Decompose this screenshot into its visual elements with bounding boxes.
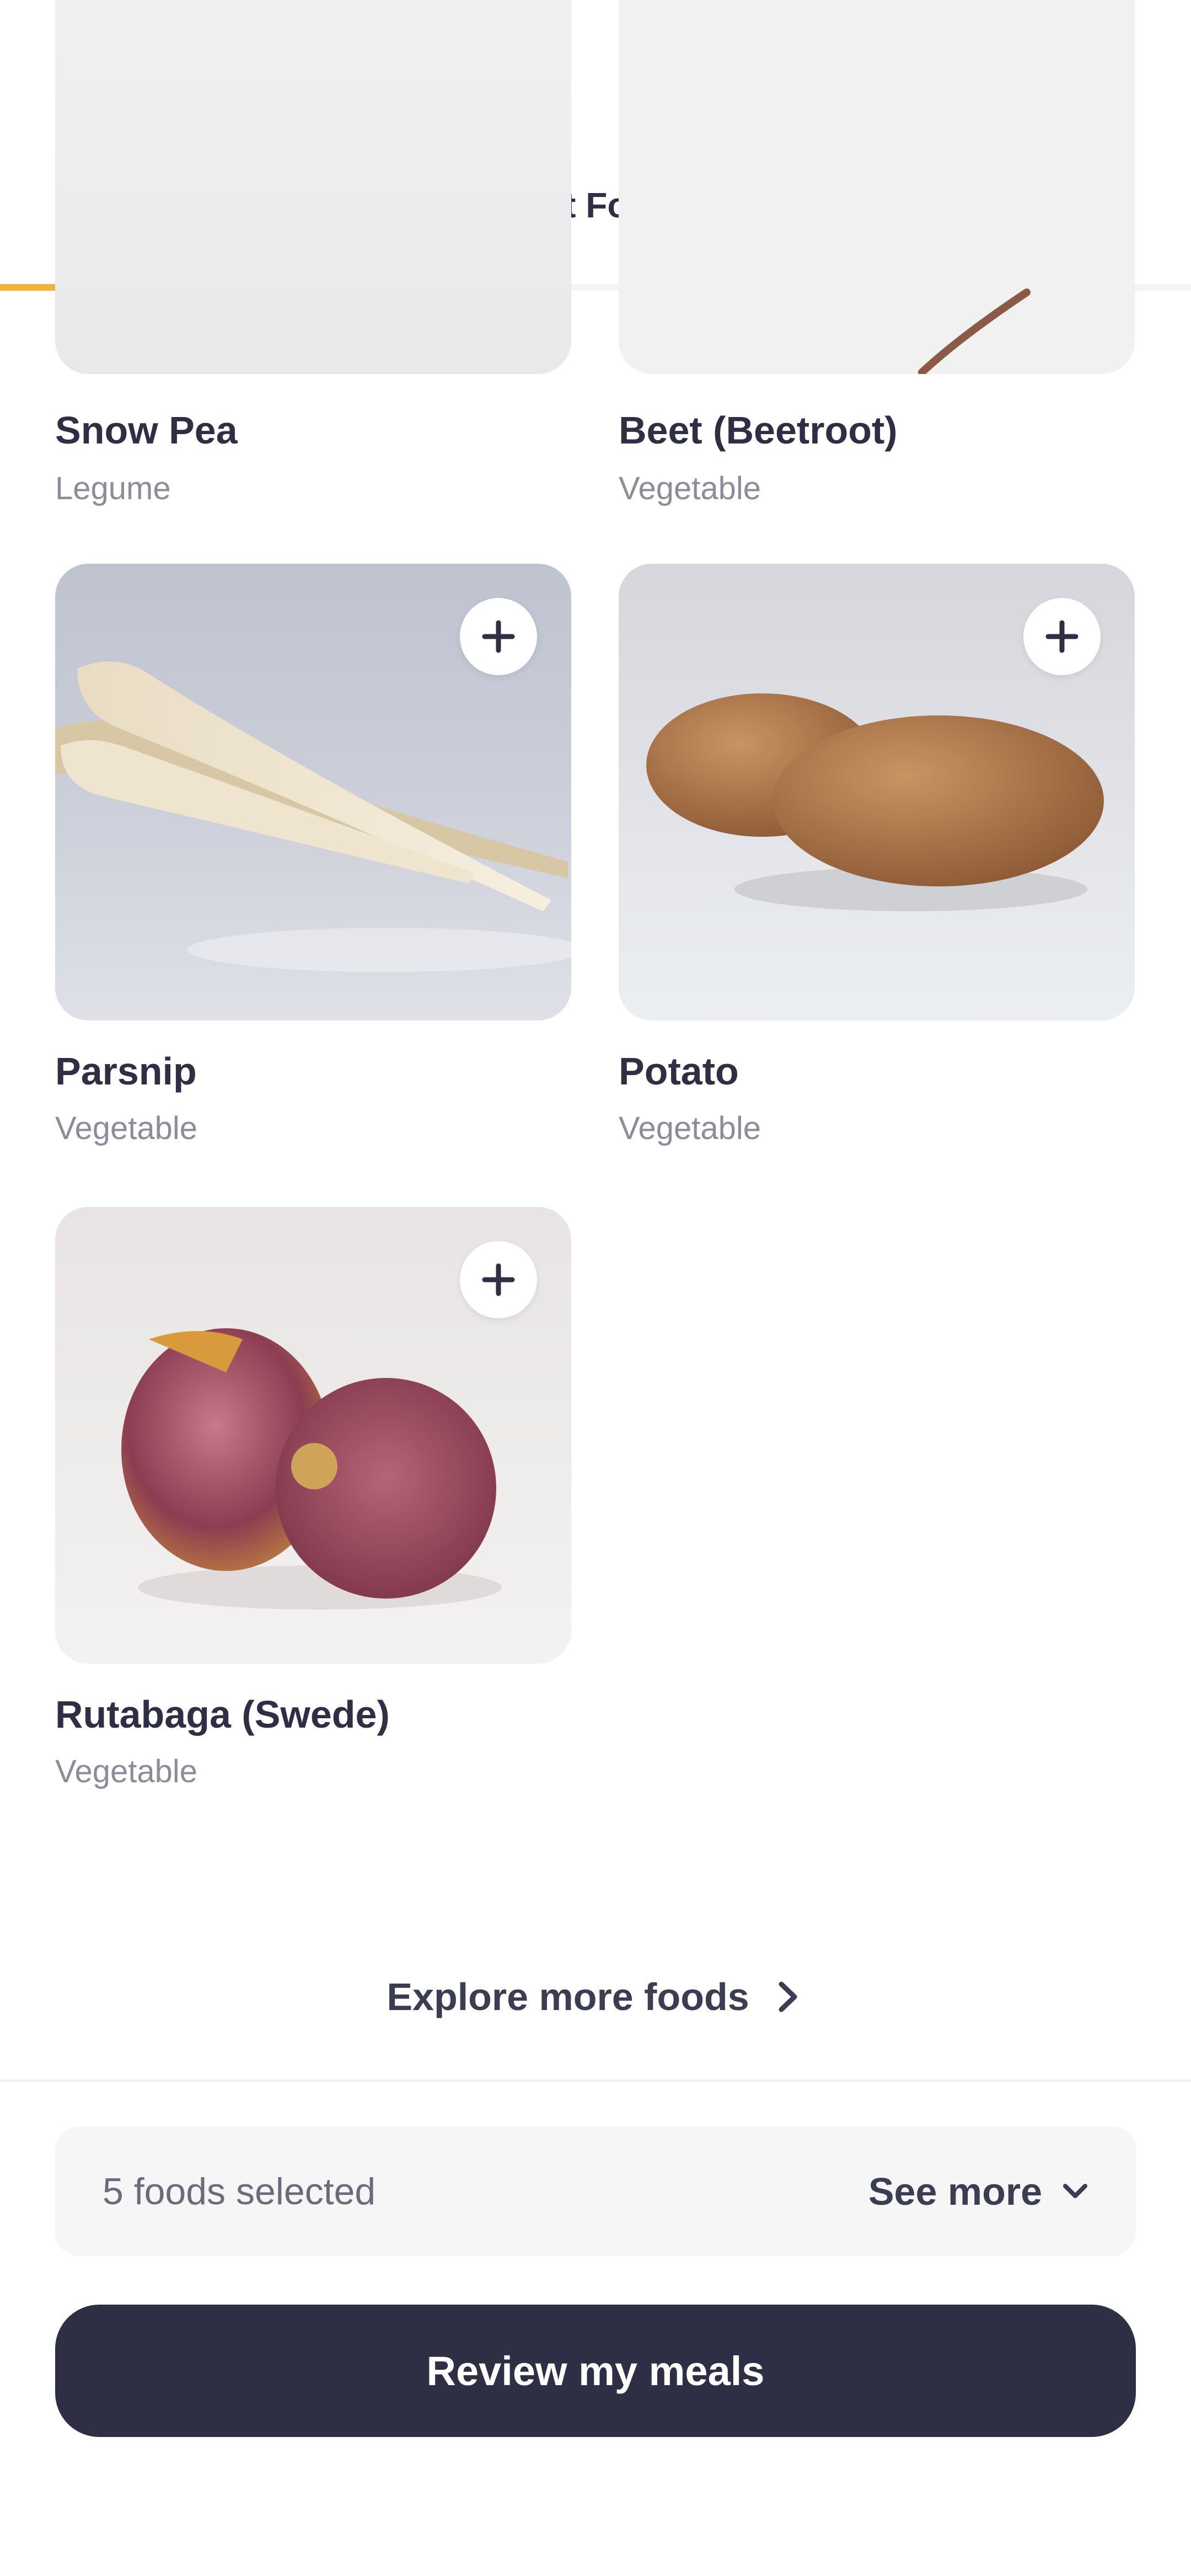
food-image-parsnip — [55, 564, 571, 1020]
food-category: Vegetable — [619, 1110, 761, 1146]
food-card[interactable]: Potato Vegetable — [619, 564, 1135, 1171]
add-button[interactable] — [460, 1241, 537, 1318]
explore-more-link[interactable]: Explore more foods — [0, 1964, 1191, 2030]
food-image-beet — [619, 0, 1135, 374]
see-more-button[interactable]: See more — [868, 2126, 1092, 2256]
food-image-potato — [619, 564, 1135, 1020]
selection-summary: 5 foods selected See more — [55, 2126, 1136, 2256]
see-more-label: See more — [868, 2169, 1042, 2213]
food-card[interactable]: Rutabaga (Swede) Vegetable — [55, 1207, 571, 1814]
food-name: Beet (Beetroot) — [619, 409, 898, 452]
add-button[interactable] — [460, 598, 537, 675]
chevron-down-icon — [1063, 2183, 1087, 2198]
food-category: Legume — [55, 471, 171, 506]
selected-count: 5 foods selected — [103, 2170, 376, 2212]
food-category: Vegetable — [55, 1110, 198, 1146]
add-button[interactable] — [1023, 598, 1101, 675]
food-name: Snow Pea — [55, 409, 238, 452]
food-name: Parsnip — [55, 1050, 197, 1093]
food-card[interactable]: Parsnip Vegetable — [55, 564, 571, 1171]
food-image-snow-pea — [55, 0, 571, 374]
food-image-rutabaga — [55, 1207, 571, 1664]
food-card[interactable]: Beet (Beetroot) Vegetable — [619, 0, 1135, 506]
review-meals-button[interactable]: Review my meals — [55, 2305, 1136, 2437]
plus-icon — [1045, 620, 1079, 653]
plus-icon — [482, 620, 515, 653]
divider — [0, 2080, 1191, 2082]
food-card[interactable]: Snow Pea Legume — [55, 0, 571, 506]
plus-icon — [482, 1263, 515, 1296]
food-category: Vegetable — [619, 471, 761, 506]
chevron-right-icon — [779, 1981, 797, 2012]
explore-more-label: Explore more foods — [387, 1975, 749, 2018]
food-name: Potato — [619, 1050, 739, 1093]
food-category: Vegetable — [55, 1754, 198, 1789]
food-name: Rutabaga (Swede) — [55, 1693, 390, 1736]
review-meals-label: Review my meals — [426, 2348, 765, 2394]
